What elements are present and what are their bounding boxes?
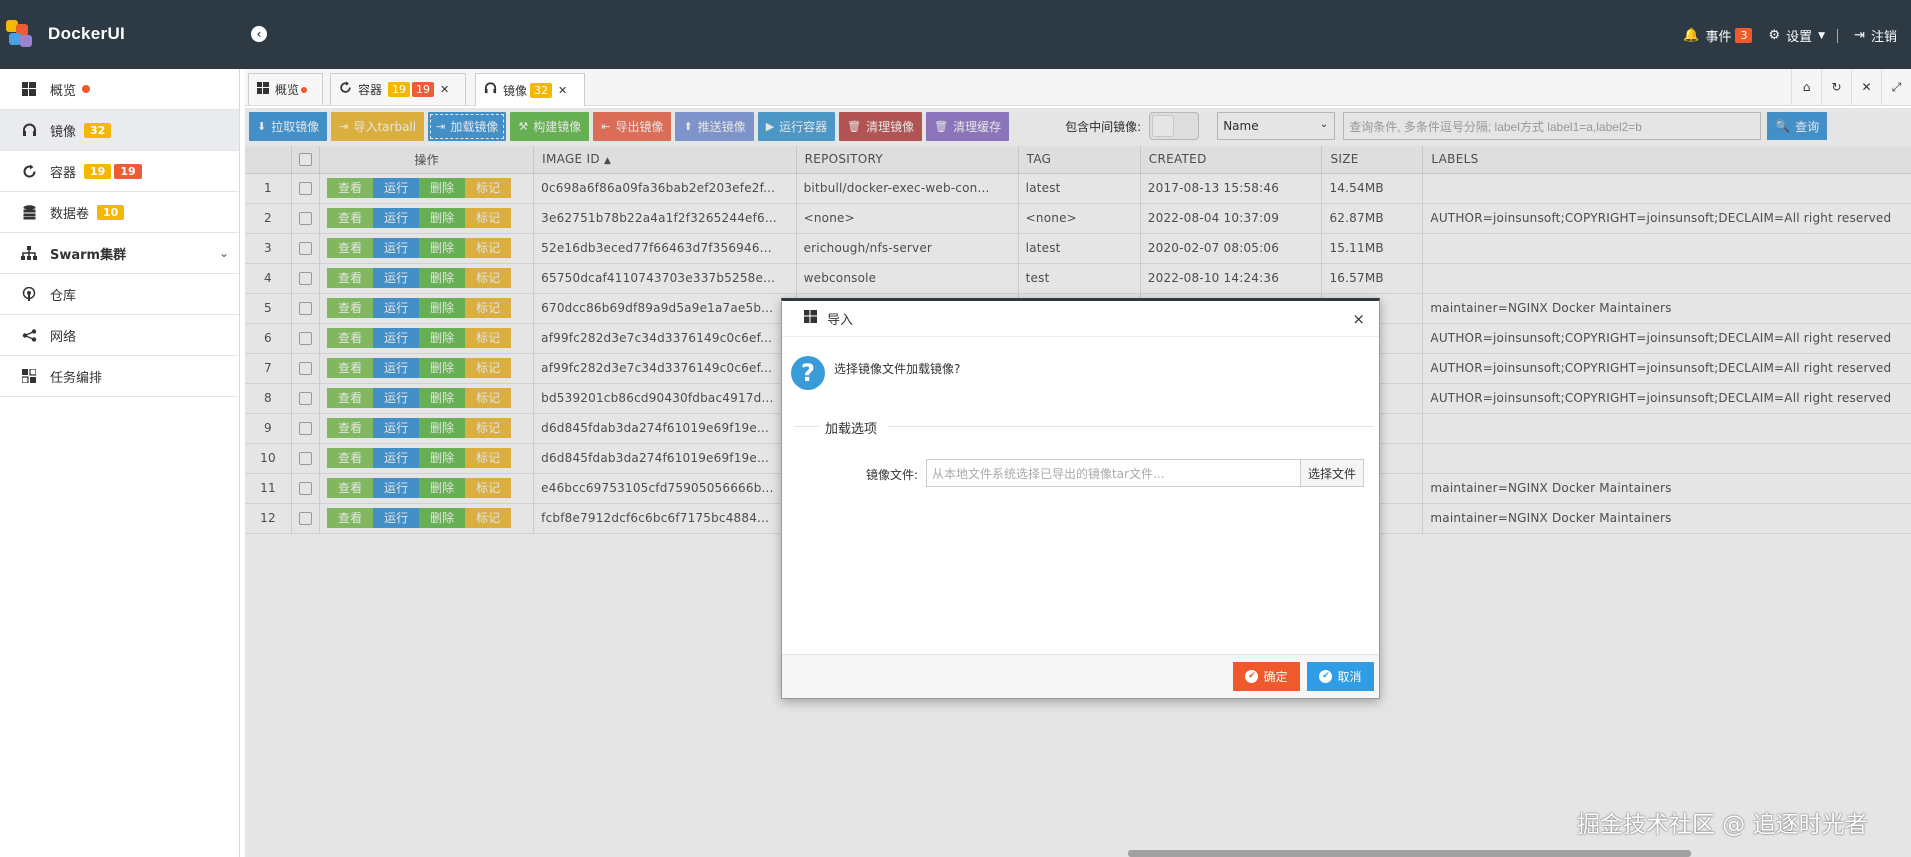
- home-icon[interactable]: ⌂: [1791, 69, 1821, 105]
- choose-file-button[interactable]: 选择文件: [1300, 460, 1363, 486]
- database-icon: [20, 203, 38, 221]
- containers-total-badge: 19: [412, 82, 435, 97]
- windows-icon: [20, 80, 38, 98]
- refresh-circle-icon: [339, 81, 352, 98]
- settings-menu[interactable]: ⚙ 设置 ▼: [1768, 26, 1825, 45]
- refresh-circle-icon: [20, 162, 38, 180]
- question-icon: ?: [791, 356, 825, 390]
- header-right-menu: 🔔 事件 3 ⚙ 设置 ▼ ⇥ 注销: [1667, 26, 1897, 45]
- events-count-badge: 3: [1735, 28, 1753, 43]
- cancel-button[interactable]: ✔ 取消: [1307, 662, 1374, 691]
- sidebar-item-label: 概览: [50, 83, 77, 99]
- sidebar-item-containers[interactable]: 容器 19 19: [0, 151, 239, 192]
- sidebar-item-swarm[interactable]: Swarm集群 ⌄: [0, 233, 239, 274]
- headphones-icon: [484, 82, 497, 98]
- tab-label: 概览: [275, 83, 300, 97]
- fieldset-legend: 加载选项: [819, 418, 888, 437]
- tab-images[interactable]: 镜像 32 ✕: [475, 73, 585, 106]
- sidebar-collapse-icon[interactable]: ‹: [251, 26, 267, 42]
- sidebar-item-label: 网络: [50, 329, 77, 345]
- sitemap-icon: [20, 244, 38, 262]
- sidebar-item-label: 任务编排: [50, 370, 103, 386]
- top-header: DockerUI ‹ 🔔 事件 3 ⚙ 设置 ▼ ⇥ 注销: [0, 0, 1911, 69]
- sidebar-item-images[interactable]: 镜像 32: [0, 110, 239, 151]
- refresh-icon[interactable]: ↻: [1821, 69, 1851, 105]
- close-tab-icon[interactable]: ✕: [558, 84, 567, 97]
- file-placeholder: 从本地文件系统选择已导出的镜像tar文件...: [932, 466, 1165, 481]
- button-label: 确定: [1263, 670, 1288, 684]
- docker-logo-icon: [6, 20, 34, 48]
- sidebar-item-label: 仓库: [50, 288, 77, 304]
- containers-total-badge: 19: [114, 163, 142, 179]
- windows-icon: [804, 310, 817, 327]
- dialog-question: 选择镜像文件加载镜像?: [834, 362, 961, 376]
- podcast-icon: [20, 285, 38, 303]
- images-count-badge: 32: [530, 82, 553, 98]
- tab-tools: ⌂ ↻ ✕ ⤢: [1791, 69, 1911, 105]
- settings-label: 设置: [1786, 30, 1813, 45]
- sign-out-icon: ⇥: [1854, 28, 1865, 43]
- image-file-input[interactable]: 从本地文件系统选择已导出的镜像tar文件... 选择文件: [926, 459, 1364, 487]
- gear-icon: ⚙: [1768, 28, 1781, 43]
- file-field-label: 镜像文件:: [866, 468, 919, 482]
- check-circle-icon: ✔: [1319, 670, 1333, 683]
- chevron-double-down-icon[interactable]: ⌄: [219, 246, 229, 260]
- sidebar-item-overview[interactable]: 概览: [0, 69, 239, 110]
- button-label: 取消: [1337, 670, 1362, 684]
- dialog-header: 导入 ×: [782, 301, 1379, 337]
- close-icon[interactable]: ✕: [1851, 69, 1881, 105]
- headphones-icon: [20, 121, 38, 139]
- windows-icon: [257, 81, 269, 98]
- sidebar-item-label: 镜像: [50, 124, 77, 140]
- status-dot: [301, 86, 308, 93]
- containers-running-badge: 19: [388, 82, 411, 97]
- status-dot: [82, 85, 91, 93]
- tab-containers[interactable]: 容器 19 19 ✕: [330, 73, 466, 105]
- brand[interactable]: DockerUI: [6, 18, 125, 50]
- app-title: DockerUI: [48, 24, 126, 43]
- events-label: 事件: [1705, 30, 1732, 45]
- sidebar-item-label: 容器: [50, 165, 77, 181]
- tab-label: 容器: [358, 83, 383, 97]
- tab-label: 镜像: [503, 83, 528, 98]
- share-icon: [20, 326, 38, 344]
- close-tab-icon[interactable]: ✕: [440, 83, 449, 96]
- header-divider: [1837, 28, 1839, 43]
- import-dialog: 导入 × ? 选择镜像文件加载镜像? 加载选项 镜像文件: 从本地文件系统选择已…: [781, 298, 1380, 699]
- logout-link[interactable]: ⇥ 注销: [1854, 26, 1897, 45]
- logout-label: 注销: [1870, 30, 1897, 45]
- sidebar-item-registry[interactable]: 仓库: [0, 274, 239, 315]
- tab-overview[interactable]: 概览: [248, 73, 323, 105]
- sidebar: 概览 镜像 32 容器 19 19 数据卷 10 Swarm集群 ⌄ 仓库 网络…: [0, 69, 240, 857]
- volumes-count-badge: 10: [97, 204, 125, 220]
- tasks-icon: [20, 367, 38, 385]
- confirm-button[interactable]: ✔ 确定: [1233, 662, 1300, 691]
- images-count-badge: 32: [84, 122, 112, 138]
- sidebar-item-network[interactable]: 网络: [0, 315, 239, 356]
- expand-icon[interactable]: ⤢: [1881, 69, 1911, 105]
- bell-icon: 🔔: [1683, 28, 1700, 43]
- events-link[interactable]: 🔔 事件 3: [1683, 26, 1753, 45]
- tab-bar: 概览 容器 19 19 ✕ 镜像 32 ✕ ⌂ ↻ ✕ ⤢: [245, 69, 1911, 106]
- containers-running-badge: 19: [84, 163, 112, 179]
- sidebar-item-label: 数据卷: [50, 206, 90, 222]
- sidebar-item-label: Swarm集群: [50, 247, 127, 263]
- check-circle-icon: ✔: [1245, 670, 1259, 683]
- sidebar-item-tasks[interactable]: 任务编排: [0, 356, 239, 397]
- close-icon[interactable]: ×: [1352, 310, 1365, 328]
- dialog-title: 导入: [827, 313, 854, 328]
- sidebar-item-volumes[interactable]: 数据卷 10: [0, 192, 239, 233]
- caret-down-icon: ▼: [1818, 30, 1826, 41]
- watermark: 掘金技术社区 @ 追逐时光者: [1577, 812, 1868, 838]
- dialog-footer: ✔ 确定 ✔ 取消: [782, 654, 1379, 698]
